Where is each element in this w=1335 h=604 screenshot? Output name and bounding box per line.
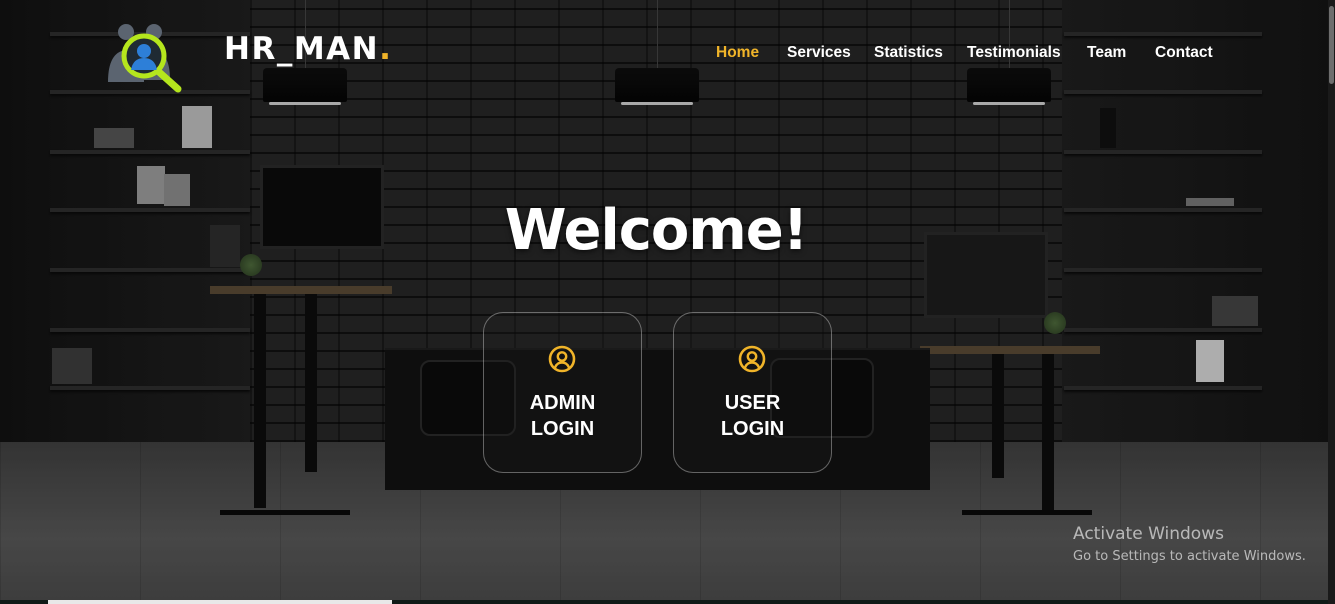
admin-login-button[interactable]: ADMIN LOGIN — [483, 312, 642, 473]
brand-name: HR_MAN — [224, 31, 380, 67]
nav-home[interactable]: Home — [716, 42, 759, 64]
user-login-button[interactable]: USER LOGIN — [673, 312, 832, 473]
brand-logo-text[interactable]: HR_MAN. — [224, 30, 392, 68]
admin-login-label: ADMIN LOGIN — [529, 392, 596, 440]
scrollbar-thumb[interactable] — [1329, 6, 1334, 84]
logo-magnifier-user-icon[interactable] — [104, 22, 186, 94]
nav-team[interactable]: Team — [1087, 42, 1126, 64]
hero-title: Welcome! — [504, 198, 809, 263]
brand-dot: . — [379, 31, 393, 67]
nav-services[interactable]: Services — [787, 42, 851, 64]
nav-testimonials[interactable]: Testimonials — [967, 42, 1061, 64]
activate-windows-subtitle: Go to Settings to activate Windows. — [1073, 549, 1306, 564]
user-circle-icon — [738, 345, 766, 373]
page-scrollbar[interactable] — [1328, 0, 1335, 604]
user-login-label: USER LOGIN — [720, 392, 785, 440]
activate-windows-title: Activate Windows — [1073, 524, 1224, 544]
nav-contact[interactable]: Contact — [1155, 42, 1213, 64]
background-office-image — [0, 0, 1335, 604]
nav-statistics[interactable]: Statistics — [874, 42, 943, 64]
user-circle-icon — [548, 345, 576, 373]
